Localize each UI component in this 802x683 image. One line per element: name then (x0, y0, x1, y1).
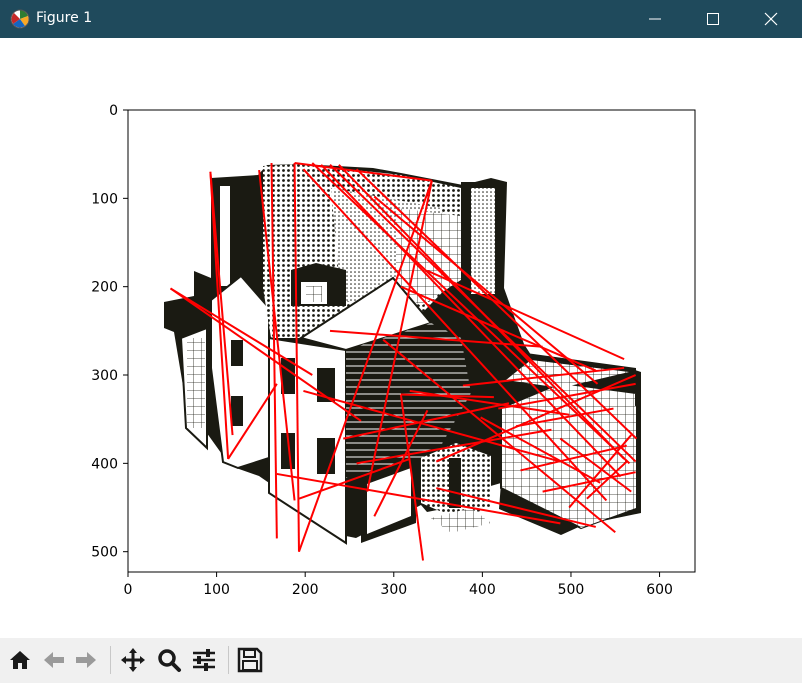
save-button[interactable] (234, 644, 266, 676)
maximize-icon (707, 13, 719, 25)
toolbar-separator (110, 646, 111, 674)
back-icon (44, 652, 64, 668)
matplotlib-icon (10, 9, 30, 29)
save-icon (237, 647, 263, 673)
x-tick-label: 300 (380, 582, 407, 598)
home-icon (10, 651, 30, 669)
y-tick-label: 300 (91, 368, 118, 384)
home-button[interactable] (4, 644, 36, 676)
toolbar-separator (228, 646, 229, 674)
zoom-button[interactable] (153, 644, 185, 676)
close-button[interactable] (742, 0, 800, 38)
plot-area: 0 100 200 300 400 500 600 0 100 200 300 400 500 (91, 103, 696, 598)
forward-button[interactable] (70, 644, 102, 676)
y-axis: 0 100 200 300 400 500 (91, 103, 128, 561)
x-tick-label: 600 (646, 582, 673, 598)
x-tick-label: 0 (124, 582, 133, 598)
configure-subplots-icon (193, 649, 215, 671)
zoom-icon (158, 649, 181, 672)
minimize-icon (649, 18, 661, 20)
figure-canvas[interactable]: 0 100 200 300 400 500 600 0 100 200 300 400 500 (1, 38, 801, 638)
y-tick-label: 0 (109, 103, 118, 119)
y-tick-label: 200 (91, 280, 118, 296)
y-tick-label: 500 (91, 545, 118, 561)
navigation-toolbar (0, 638, 802, 683)
y-tick-label: 400 (91, 456, 118, 472)
x-tick-label: 400 (469, 582, 496, 598)
x-tick-label: 500 (558, 582, 585, 598)
close-icon (764, 12, 778, 26)
pan-button[interactable] (117, 644, 149, 676)
title-bar: Figure 1 (0, 0, 802, 38)
back-button[interactable] (38, 644, 70, 676)
x-tick-label: 100 (203, 582, 230, 598)
forward-icon (76, 652, 96, 668)
pan-icon (121, 648, 145, 672)
window-title: Figure 1 (36, 10, 93, 26)
maximize-button[interactable] (684, 0, 742, 38)
minimize-button[interactable] (626, 0, 684, 38)
x-tick-label: 200 (292, 582, 319, 598)
x-axis: 0 100 200 300 400 500 600 (124, 572, 673, 598)
configure-subplots-button[interactable] (188, 644, 220, 676)
y-tick-label: 100 (91, 191, 118, 207)
